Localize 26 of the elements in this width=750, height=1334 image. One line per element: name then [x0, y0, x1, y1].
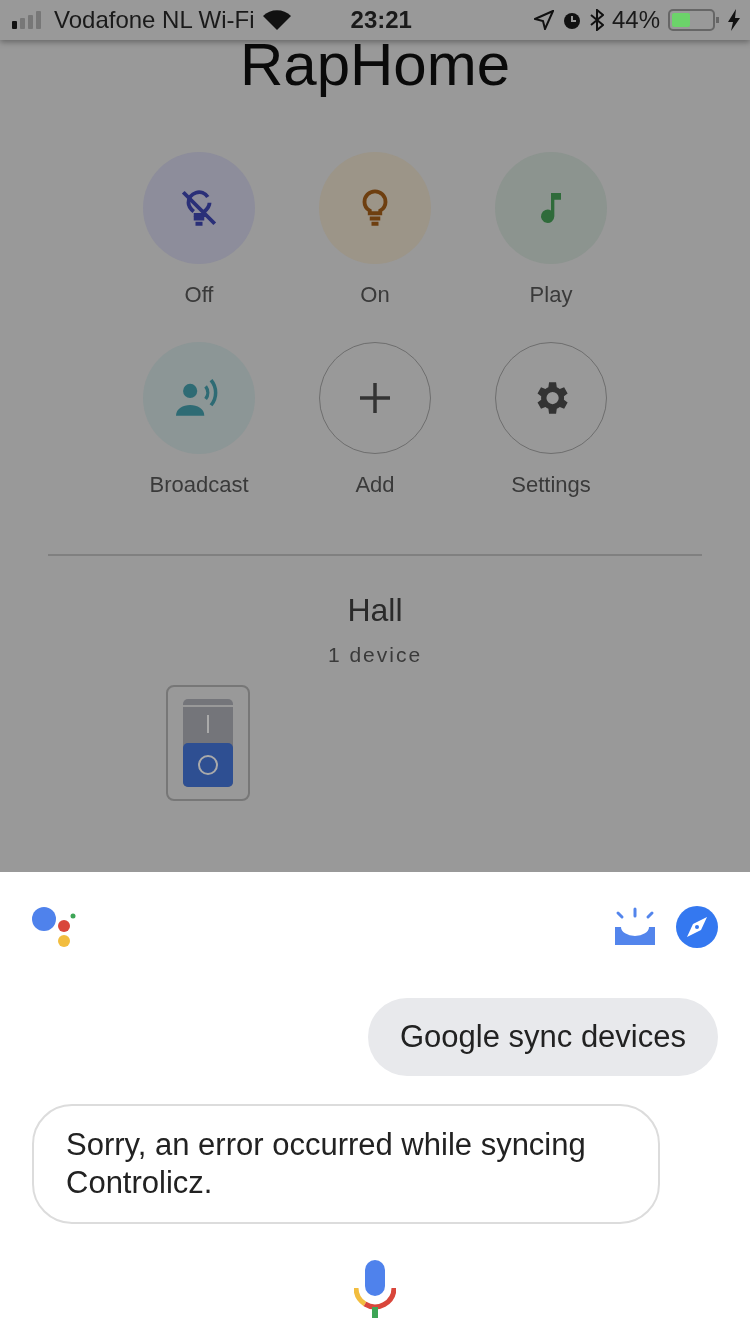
microphone-icon[interactable]	[354, 1260, 396, 1318]
action-label: Add	[354, 472, 396, 498]
bluetooth-icon	[589, 9, 604, 31]
app-title: RapHome	[238, 32, 512, 100]
device-count: 1 device	[326, 643, 424, 667]
action-label: Off	[183, 282, 215, 308]
battery-icon	[668, 9, 720, 31]
tray-sparkle-icon	[614, 907, 656, 947]
wifi-icon	[262, 10, 291, 30]
carrier-name: Vodafone NL Wi-Fi	[54, 6, 255, 34]
switch-tile[interactable]	[166, 685, 250, 801]
alarm-clock-icon	[561, 10, 582, 30]
action-label: Broadcast	[148, 472, 250, 498]
assistant-message: Sorry, an error occurred while syncing Controlicz.	[32, 1104, 660, 1224]
battery-percent: 44%	[611, 6, 660, 34]
action-label: Play	[528, 282, 574, 308]
assistant-dots-icon	[32, 907, 78, 947]
compass-icon	[676, 906, 718, 948]
user-message: Google sync devices	[367, 998, 718, 1076]
room-name: Hall	[346, 592, 404, 629]
action-label: Settings	[510, 472, 592, 498]
location-arrow-icon	[533, 10, 554, 30]
charging-bolt-icon	[728, 9, 740, 31]
plus-icon	[360, 383, 390, 413]
clock-time: 23:21	[350, 6, 412, 34]
action-label: On	[359, 282, 391, 308]
